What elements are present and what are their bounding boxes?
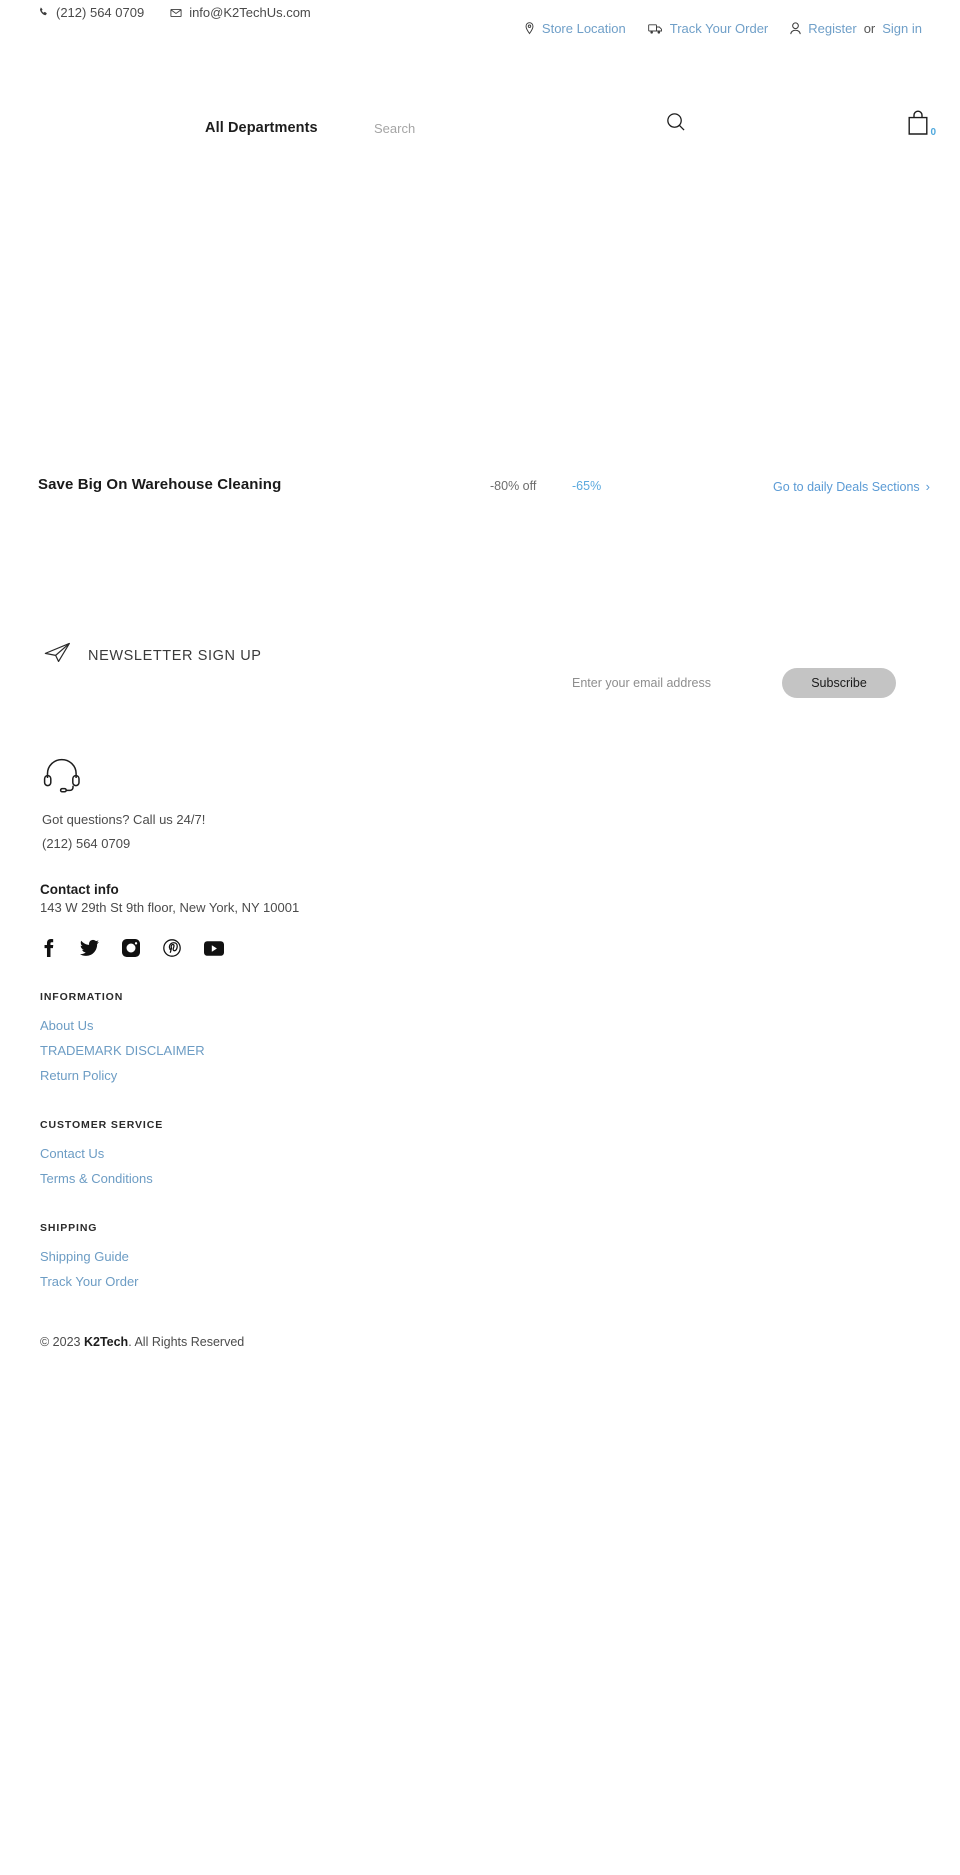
cart-item-count-badge: 0 — [930, 127, 936, 138]
instagram-icon[interactable] — [122, 939, 140, 958]
footer-link-about-us[interactable]: About Us — [40, 1018, 93, 1033]
contact-info-block: Contact info 143 W 29th St 9th floor, Ne… — [38, 882, 922, 915]
contact-info-address: 143 W 29th St 9th floor, New York, NY 10… — [40, 900, 300, 916]
list-item: TRADEMARK DISCLAIMER — [40, 1042, 922, 1060]
site-footer: Got questions? Call us 24/7! (212) 564 0… — [0, 756, 960, 1369]
store-location-label: Store Location — [541, 21, 626, 36]
search-box — [374, 120, 664, 138]
contact-info-title: Contact info — [40, 882, 119, 898]
support-block: Got questions? Call us 24/7! (212) 564 0… — [38, 756, 922, 856]
delivery-truck-icon — [647, 23, 663, 35]
facebook-icon[interactable] — [40, 939, 57, 958]
phone-contact[interactable]: (212) 564 0709 — [38, 5, 144, 20]
email-contact[interactable]: info@K2TechUs.com — [170, 5, 311, 20]
top-contact-bar: (212) 564 0709 info@K2TechUs.com Store L… — [0, 0, 960, 48]
list-item: Contact Us — [40, 1145, 922, 1163]
footer-column-information: INFORMATION About Us TRADEMARK DISCLAIME… — [38, 991, 922, 1085]
paper-plane-icon — [44, 642, 72, 669]
footer-link-track-your-order[interactable]: Track Your Order — [40, 1274, 139, 1289]
sign-in-link[interactable]: Sign in — [882, 21, 922, 36]
topbar-contact-group: (212) 564 0709 info@K2TechUs.com — [38, 5, 311, 20]
phone-icon — [38, 7, 49, 18]
footer-link-list: About Us TRADEMARK DISCLAIMER Return Pol… — [40, 1017, 922, 1085]
list-item: About Us — [40, 1017, 922, 1035]
search-icon — [665, 113, 687, 136]
copyright-suffix: . All Rights Reserved — [128, 1335, 245, 1350]
main-header: All Departments 0 — [0, 48, 960, 138]
chevron-right-icon: › — [925, 479, 930, 494]
footer-column-shipping: SHIPPING Shipping Guide Track Your Order — [38, 1222, 922, 1291]
footer-column-customer-service: CUSTOMER SERVICE Contact Us Terms & Cond… — [38, 1119, 922, 1188]
footer-link-list: Shipping Guide Track Your Order — [40, 1248, 922, 1291]
newsletter-header: NEWSLETTER SIGN UP — [44, 642, 262, 669]
search-submit-button[interactable] — [665, 111, 687, 136]
copyright-brand: K2Tech — [83, 1335, 129, 1350]
list-item: Shipping Guide — [40, 1248, 922, 1266]
deals-discount-value: -65% — [572, 479, 602, 493]
store-location-link[interactable]: Store Location — [524, 21, 626, 36]
list-item: Terms & Conditions — [40, 1170, 922, 1188]
track-order-link[interactable]: Track Your Order — [647, 21, 769, 36]
all-departments-menu[interactable]: All Departments — [205, 120, 318, 136]
newsletter-form: Subscribe — [570, 668, 896, 698]
footer-column-title: CUSTOMER SERVICE — [40, 1119, 164, 1132]
youtube-icon[interactable] — [204, 940, 224, 956]
deals-discount-label: -80% off — [490, 479, 537, 493]
shopping-bag-icon — [906, 110, 930, 139]
footer-link-list: Contact Us Terms & Conditions — [40, 1145, 922, 1188]
deals-headline: Save Big On Warehouse Cleaning — [38, 476, 282, 493]
register-link[interactable]: Register — [808, 21, 856, 36]
newsletter-title: NEWSLETTER SIGN UP — [88, 647, 262, 664]
email-address-text: info@K2TechUs.com — [189, 5, 311, 20]
account-group: Register or Sign in — [790, 21, 922, 36]
newsletter-signup-section: NEWSLETTER SIGN UP Subscribe — [0, 628, 960, 748]
daily-deals-strip: Save Big On Warehouse Cleaning -80% off … — [0, 476, 960, 536]
list-item: Track Your Order — [40, 1273, 922, 1291]
phone-number-text: (212) 564 0709 — [56, 5, 145, 20]
search-input[interactable] — [374, 121, 654, 136]
hero-banner-area[interactable] — [0, 104, 960, 476]
support-question-text: Got questions? Call us 24/7! — [42, 812, 206, 827]
copyright-notice: © 2023 K2Tech. All Rights Reserved — [38, 1335, 922, 1369]
account-separator-text: or — [863, 21, 876, 36]
envelope-icon — [170, 7, 182, 19]
go-to-daily-deals-link[interactable]: Go to daily Deals Sections › — [773, 479, 930, 494]
topbar-account-group: Store Location Track Your Order Register… — [524, 21, 922, 36]
footer-column-title: INFORMATION — [40, 991, 124, 1004]
copyright-prefix: © 2023 — [40, 1335, 84, 1350]
deals-link-label: Go to daily Deals Sections — [773, 480, 920, 494]
newsletter-subscribe-button[interactable]: Subscribe — [782, 668, 896, 698]
pinterest-icon[interactable] — [163, 939, 181, 957]
footer-link-return-policy[interactable]: Return Policy — [40, 1068, 117, 1083]
list-item: Return Policy — [40, 1067, 922, 1085]
track-order-label: Track Your Order — [669, 21, 769, 36]
support-phone-text: (212) 564 0709 — [42, 836, 131, 852]
social-links-row — [38, 939, 922, 958]
footer-link-contact-us[interactable]: Contact Us — [40, 1146, 104, 1161]
footer-link-shipping-guide[interactable]: Shipping Guide — [40, 1249, 129, 1264]
twitter-icon[interactable] — [80, 939, 99, 957]
newsletter-email-input[interactable] — [570, 675, 760, 691]
page-root: (212) 564 0709 info@K2TechUs.com Store L… — [0, 0, 960, 1875]
user-icon — [790, 22, 801, 35]
cart-button[interactable] — [906, 110, 930, 139]
footer-link-trademark-disclaimer[interactable]: TRADEMARK DISCLAIMER — [40, 1043, 205, 1058]
footer-column-title: SHIPPING — [40, 1222, 98, 1235]
headset-icon — [42, 756, 922, 799]
map-pin-icon — [524, 22, 535, 35]
footer-link-terms-conditions[interactable]: Terms & Conditions — [40, 1171, 153, 1186]
